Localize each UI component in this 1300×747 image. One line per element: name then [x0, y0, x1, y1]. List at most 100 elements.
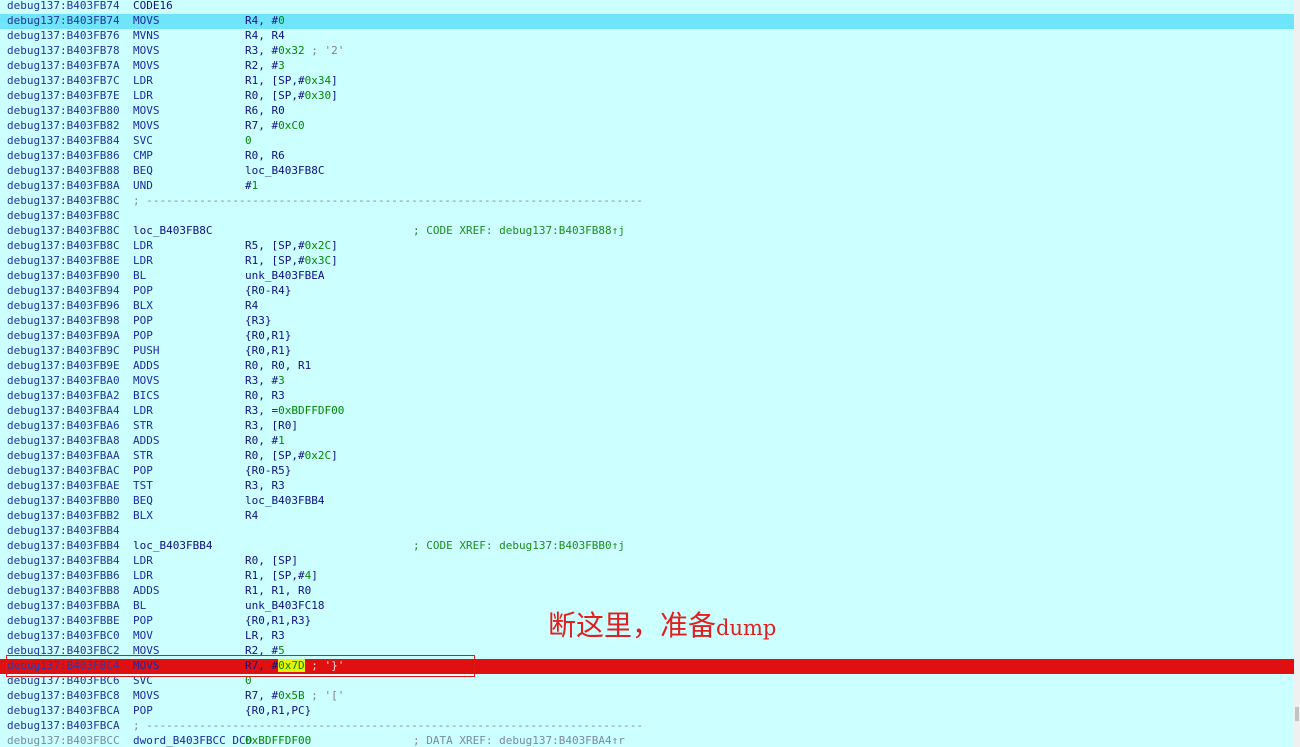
operand-token[interactable]: R6, R0	[245, 104, 285, 117]
operand-token[interactable]: R1, [SP,#	[245, 74, 305, 87]
line-address[interactable]: debug137:B403FBAC	[7, 464, 120, 477]
listing-line[interactable]: debug137:B403FBB4 LDR R0, [SP]	[0, 554, 1294, 569]
line-address[interactable]: debug137:B403FBAA	[7, 449, 120, 462]
operand-token[interactable]: R7, #	[245, 689, 278, 702]
line-address[interactable]: debug137:B403FBA0	[7, 374, 120, 387]
operand-token[interactable]: 3	[278, 374, 285, 387]
operand-token[interactable]: {R0,R1,PC}	[245, 704, 311, 717]
operand-token[interactable]: R3, [R0]	[245, 419, 298, 432]
line-address[interactable]: debug137:B403FB80	[7, 104, 120, 117]
instruction-operands[interactable]: R1, [SP,#0x34]	[245, 74, 338, 87]
operand-token[interactable]: R1, [SP,#	[245, 569, 305, 582]
operand-token[interactable]: #	[245, 179, 252, 192]
listing-line[interactable]: debug137:B403FB7A MOVS R2, #3	[0, 59, 1294, 74]
operand-token[interactable]: R4	[245, 509, 258, 522]
instruction-mnemonic[interactable]: LDR	[133, 89, 153, 102]
instruction-operands[interactable]: loc_B403FBB4	[245, 494, 324, 507]
operand-token[interactable]: ]	[331, 254, 338, 267]
operand-token[interactable]: R4, #	[245, 14, 278, 27]
xref-comment[interactable]: ; DATA XREF: debug137:B403FBA4↑r	[413, 734, 625, 747]
instruction-operands[interactable]: R6, R0	[245, 104, 285, 117]
instruction-mnemonic[interactable]: MOVS	[133, 689, 160, 702]
line-address[interactable]: debug137:B403FB78	[7, 44, 120, 57]
line-address[interactable]: debug137:B403FBA2	[7, 389, 120, 402]
operand-token[interactable]: R3, #	[245, 374, 278, 387]
listing-line[interactable]: debug137:B403FB74 CODE16	[0, 0, 1294, 14]
instruction-mnemonic[interactable]: MOVS	[133, 59, 160, 72]
code-label[interactable]: loc_B403FB8C	[133, 224, 212, 237]
instruction-mnemonic[interactable]: MOVS	[133, 14, 160, 27]
operand-token[interactable]: R0, [SP,#	[245, 449, 305, 462]
line-address[interactable]: debug137:B403FBB4	[7, 539, 120, 552]
operand-token[interactable]: {R0,R1}	[245, 329, 291, 342]
listing-line[interactable]: debug137:B403FBA6 STR R3, [R0]	[0, 419, 1294, 434]
instruction-mnemonic[interactable]: SVC	[133, 134, 153, 147]
instruction-operands[interactable]: R5, [SP,#0x2C]	[245, 239, 338, 252]
instruction-operands[interactable]: R3, #3	[245, 374, 285, 387]
operand-token[interactable]: loc_B403FB8C	[245, 164, 324, 177]
instruction-mnemonic[interactable]: LDR	[133, 554, 153, 567]
instruction-operands[interactable]: R0, #1	[245, 434, 285, 447]
line-address[interactable]: debug137:B403FBA4	[7, 404, 120, 417]
listing-line[interactable]: debug137:B403FBAA STR R0, [SP,#0x2C]	[0, 449, 1294, 464]
operand-token[interactable]: LR, R3	[245, 629, 285, 642]
instruction-operands[interactable]: R2, #3	[245, 59, 285, 72]
instruction-operands[interactable]: R0, R6	[245, 149, 285, 162]
instruction-mnemonic[interactable]: LDR	[133, 239, 153, 252]
listing-line[interactable]: debug137:B403FB90 BL unk_B403FBEA	[0, 269, 1294, 284]
operand-token[interactable]: unk_B403FC18	[245, 599, 324, 612]
listing-line[interactable]: debug137:B403FB7E LDR R0, [SP,#0x30]	[0, 89, 1294, 104]
listing-line[interactable]: debug137:B403FBA4 LDR R3, =0xBDFFDF00	[0, 404, 1294, 419]
line-address[interactable]: debug137:B403FBBA	[7, 599, 120, 612]
listing-line[interactable]: debug137:B403FBA0 MOVS R3, #3	[0, 374, 1294, 389]
operand-token[interactable]: 0x34	[305, 74, 332, 87]
operand-token[interactable]: ]	[331, 239, 338, 252]
instruction-operands[interactable]: R1, [SP,#0x3C]	[245, 254, 338, 267]
line-address[interactable]: debug137:B403FBCC	[7, 734, 120, 747]
instruction-mnemonic[interactable]: POP	[133, 614, 153, 627]
listing-line[interactable]: debug137:B403FB76 MVNS R4, R4	[0, 29, 1294, 44]
operand-token[interactable]: unk_B403FBEA	[245, 269, 324, 282]
operand-token[interactable]: ]	[331, 74, 338, 87]
operand-token[interactable]: R5, [SP,#	[245, 239, 305, 252]
listing-line[interactable]: debug137:B403FBC8 MOVS R7, #0x5B ; '['	[0, 689, 1294, 704]
instruction-mnemonic[interactable]: MOVS	[133, 104, 160, 117]
line-address[interactable]: debug137:B403FB96	[7, 299, 120, 312]
line-address[interactable]: debug137:B403FB8E	[7, 254, 120, 267]
line-address[interactable]: debug137:B403FB9C	[7, 344, 120, 357]
listing-line[interactable]: debug137:B403FBCC dword_B403FBCC DCD 0xBDF…	[0, 734, 1294, 747]
line-address[interactable]: debug137:B403FB7A	[7, 59, 120, 72]
instruction-operands[interactable]: {R0,R1}	[245, 344, 291, 357]
operand-token[interactable]: 0	[245, 134, 252, 147]
listing-line[interactable]: debug137:B403FB9C PUSH {R0,R1}	[0, 344, 1294, 359]
instruction-mnemonic[interactable]: POP	[133, 464, 153, 477]
operand-token[interactable]: 0xBDFFDF00	[278, 404, 344, 417]
listing-line[interactable]: debug137:B403FB8C ; ---------------------…	[0, 194, 1294, 209]
operand-token[interactable]: {R0-R5}	[245, 464, 291, 477]
operand-token[interactable]: R3, =	[245, 404, 278, 417]
instruction-operands[interactable]: R1, R1, R0	[245, 584, 311, 597]
operand-token[interactable]: 0x30	[305, 89, 332, 102]
operand-token[interactable]: R2, #	[245, 59, 278, 72]
listing-line[interactable]: debug137:B403FBCA ; ---------------------…	[0, 719, 1294, 734]
instruction-mnemonic[interactable]: LDR	[133, 404, 153, 417]
operand-token[interactable]: ]	[331, 89, 338, 102]
listing-line[interactable]: debug137:B403FB94 POP {R0-R4}	[0, 284, 1294, 299]
line-address[interactable]: debug137:B403FB84	[7, 134, 120, 147]
operand-token[interactable]: {R0,R1}	[245, 344, 291, 357]
operand-token[interactable]: R0, [SP]	[245, 554, 298, 567]
line-address[interactable]: debug137:B403FBBE	[7, 614, 120, 627]
listing-line[interactable]: debug137:B403FB8A UND #1	[0, 179, 1294, 194]
instruction-operands[interactable]: R3, =0xBDFFDF00	[245, 404, 344, 417]
line-address[interactable]: debug137:B403FB8C	[7, 239, 120, 252]
instruction-mnemonic[interactable]: LDR	[133, 74, 153, 87]
operand-token[interactable]: R1, R1, R0	[245, 584, 311, 597]
instruction-mnemonic[interactable]: MOVS	[133, 44, 160, 57]
operand-token[interactable]: R7, #	[245, 119, 278, 132]
instruction-operands[interactable]: {R0-R5}	[245, 464, 291, 477]
instruction-mnemonic[interactable]: STR	[133, 449, 153, 462]
operand-token[interactable]: {R0-R4}	[245, 284, 291, 297]
instruction-operands[interactable]: unk_B403FBEA	[245, 269, 324, 282]
instruction-operands[interactable]: LR, R3	[245, 629, 285, 642]
operand-token[interactable]: {R0,R1,R3}	[245, 614, 311, 627]
